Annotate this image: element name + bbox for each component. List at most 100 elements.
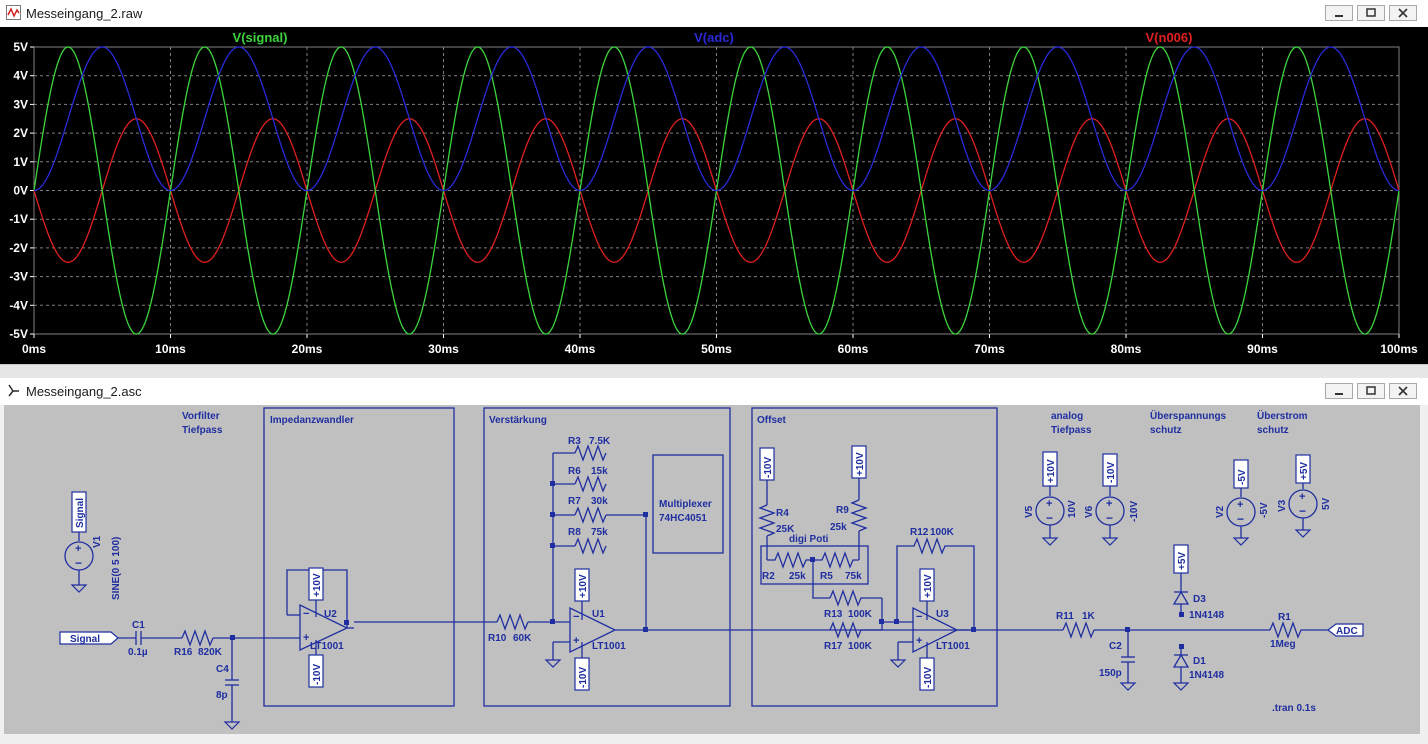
y-tick-label: -5V — [9, 327, 28, 341]
v5-value: 10V — [1067, 500, 1078, 518]
r13-name: R13 — [824, 609, 843, 620]
svg-text:+: + — [75, 543, 81, 555]
u1-name: U1 — [592, 609, 605, 620]
r11-name: R11 — [1056, 611, 1074, 622]
y-tick-label: 2V — [13, 126, 28, 140]
block-title-verstaerkung: Verstärkung — [489, 415, 547, 426]
c4-name: C4 — [216, 664, 229, 675]
svg-text:−: − — [1299, 504, 1306, 518]
svg-text:+: + — [1106, 498, 1112, 510]
trace-label-signal[interactable]: V(signal) — [233, 30, 288, 45]
x-tick-label: 90ms — [1247, 342, 1278, 356]
schematic-minimize-button[interactable] — [1325, 383, 1353, 399]
schematic-canvas[interactable]: Vorfilter Tiefpass Impedanzwandler Verst… — [0, 405, 1428, 744]
d3-net-text: +5V — [1177, 552, 1188, 570]
x-tick-label: 30ms — [428, 342, 459, 356]
close-icon — [1398, 8, 1408, 18]
minus10-u2-text: -10V — [312, 664, 323, 685]
svg-text:+: + — [1046, 498, 1052, 510]
plot-background — [0, 27, 1428, 364]
r3-value: 7.5K — [589, 436, 611, 447]
r17-value: 100K — [848, 641, 873, 652]
net-label-adc-text: ADC — [1336, 626, 1358, 637]
u1-part: LT1001 — [592, 641, 626, 652]
net-label-signal-v1-text: Signal — [75, 498, 86, 528]
v3-name: V3 — [1277, 499, 1288, 512]
minus10-u1-text: -10V — [578, 667, 589, 688]
r4-name: R4 — [776, 508, 789, 519]
d1-name: D1 — [1193, 656, 1206, 667]
r8-name: R8 — [568, 527, 581, 538]
c2-value: 150p — [1099, 668, 1122, 679]
r7-name: R7 — [568, 496, 581, 507]
multiplexer-part-label: 74HC4051 — [659, 513, 707, 524]
waveform-viewer[interactable]: 5V 4V 3V 2V 1V 0V -1V -2V -3V -4V -5V 0ms 10ms 20ms 3… — [0, 27, 1428, 364]
r11-value: 1K — [1082, 611, 1096, 622]
block-title-ueberspannung: Überspannungs — [1150, 409, 1227, 422]
v3-net-text: +5V — [1299, 462, 1310, 480]
r7-value: 30k — [591, 496, 608, 507]
r17-name: R17 — [824, 641, 843, 652]
x-tick-label: 40ms — [565, 342, 596, 356]
block-title-analog: analog — [1051, 411, 1083, 422]
schematic-app-icon — [8, 384, 19, 397]
trace-label-n006[interactable]: V(n006) — [1146, 30, 1193, 45]
v6-value: -10V — [1129, 501, 1140, 522]
r5-value: 75k — [845, 571, 862, 582]
schematic-close-button[interactable] — [1389, 383, 1417, 399]
svg-text:−: − — [573, 611, 579, 623]
digi-poti-label: digi Poti — [789, 534, 829, 545]
schematic-titlebar[interactable]: Messeingang_2.asc — [0, 378, 1428, 406]
r16-value: 820K — [198, 647, 223, 658]
x-tick-label: 0ms — [22, 342, 46, 356]
plus10-r9-text: +10V — [855, 452, 866, 476]
r2-name: R2 — [762, 571, 775, 582]
waveform-plot[interactable]: 5V 4V 3V 2V 1V 0V -1V -2V -3V -4V -5V 0ms 10ms 20ms 3… — [0, 27, 1428, 364]
v1-value: SINE(0 5 100) — [111, 537, 122, 600]
x-tick-label: 70ms — [974, 342, 1005, 356]
minimize-icon — [1335, 393, 1343, 395]
svg-text:−: − — [75, 556, 82, 570]
waveform-minimize-button[interactable] — [1325, 5, 1353, 21]
plus10-u1-text: +10V — [578, 574, 589, 598]
block-title-impedanzwandler: Impedanzwandler — [270, 415, 354, 426]
svg-text:+: + — [1299, 491, 1305, 503]
plus10-u2-text: +10V — [312, 573, 323, 597]
svg-text:+: + — [573, 635, 579, 647]
net-label-signal[interactable]: Signal — [59, 631, 119, 645]
c1-value: 0.1µ — [128, 647, 148, 658]
restore-icon — [1366, 386, 1376, 395]
c1-name: C1 — [132, 620, 145, 631]
r5-name: R5 — [820, 571, 833, 582]
svg-text:−: − — [1046, 511, 1053, 525]
spice-directive[interactable]: .tran 0.1s — [1272, 703, 1316, 714]
r1-value: 1Meg — [1270, 639, 1296, 650]
schematic-maximize-button[interactable] — [1357, 383, 1385, 399]
x-tick-label: 50ms — [701, 342, 732, 356]
waveform-maximize-button[interactable] — [1357, 5, 1385, 21]
r3-name: R3 — [568, 436, 581, 447]
multiplexer-label: Multiplexer — [659, 499, 712, 510]
y-tick-label: -1V — [9, 212, 28, 226]
r2-value: 25k — [789, 571, 806, 582]
svg-text:+: + — [1237, 499, 1243, 511]
schematic-editor[interactable]: Vorfilter Tiefpass Impedanzwandler Verst… — [0, 405, 1428, 744]
d3-name: D3 — [1193, 594, 1206, 605]
waveform-titlebar[interactable]: Messeingang_2.raw — [0, 0, 1428, 28]
svg-text:+: + — [916, 635, 922, 647]
x-tick-label: 100ms — [1380, 342, 1418, 356]
u3-name: U3 — [936, 609, 949, 620]
block-title-ueberspannung-schutz: schutz — [1150, 425, 1182, 436]
waveform-close-button[interactable] — [1389, 5, 1417, 21]
r1-name: R1 — [1278, 612, 1291, 623]
x-tick-label: 10ms — [155, 342, 186, 356]
v5-net-text: +10V — [1046, 459, 1057, 483]
trace-label-adc[interactable]: V(adc) — [694, 30, 734, 45]
x-tick-label: 80ms — [1111, 342, 1142, 356]
svg-text:−: − — [916, 611, 922, 623]
minus10-r4-text: -10V — [763, 457, 774, 478]
u2-part: LT1001 — [310, 641, 344, 652]
y-tick-label: 5V — [13, 40, 28, 54]
plus10-u3-text: +10V — [923, 574, 934, 598]
r12-name: R12 — [910, 527, 929, 538]
